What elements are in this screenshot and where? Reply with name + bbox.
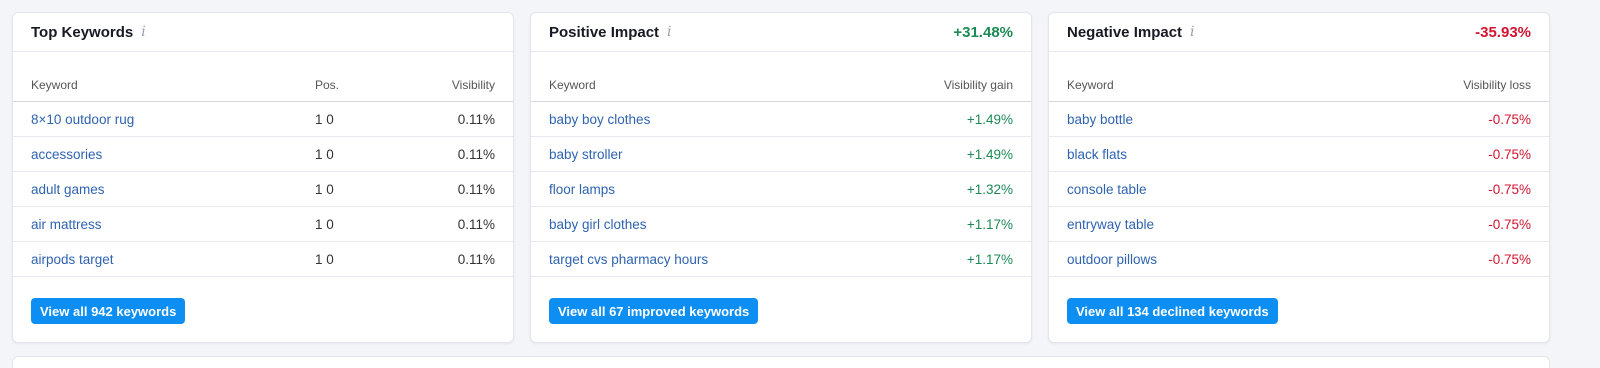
keyword-link[interactable]: baby boy clothes bbox=[549, 112, 967, 127]
keyword-link[interactable]: baby girl clothes bbox=[549, 217, 967, 232]
column-header-pos: Pos. bbox=[315, 78, 340, 92]
visibility-value: 0.11% bbox=[457, 146, 495, 162]
visibility-gain-value: +1.17% bbox=[966, 251, 1013, 267]
table-header: Keyword Pos. Visibility bbox=[13, 52, 513, 102]
keyword-link[interactable]: console table bbox=[1067, 182, 1488, 197]
visibility-value: 0.11% bbox=[457, 216, 495, 232]
visibility-gain-value: +1.17% bbox=[966, 216, 1013, 232]
table-row: target cvs pharmacy hours +1.17% bbox=[531, 242, 1031, 277]
position-value: 1 0 bbox=[315, 111, 334, 127]
table-row: baby bottle -0.75% bbox=[1049, 102, 1549, 137]
table-row: baby boy clothes +1.49% bbox=[531, 102, 1031, 137]
card-title: Negative Impact bbox=[1067, 23, 1183, 41]
info-icon[interactable]: i bbox=[141, 24, 145, 40]
card-header: Negative Impact i -35.93% bbox=[1049, 13, 1549, 52]
visibility-gain-value: +1.49% bbox=[966, 111, 1013, 127]
keyword-link[interactable]: black flats bbox=[1067, 147, 1488, 162]
keyword-link[interactable]: 8×10 outdoor rug bbox=[31, 112, 315, 127]
table-row: 8×10 outdoor rug 1 0 0.11% bbox=[13, 102, 513, 137]
keyword-link[interactable]: air mattress bbox=[31, 217, 315, 232]
next-panel-edge bbox=[12, 356, 1550, 368]
visibility-value: 0.11% bbox=[457, 251, 495, 267]
visibility-gain-value: +1.49% bbox=[966, 146, 1013, 162]
table-row: outdoor pillows -0.75% bbox=[1049, 242, 1549, 277]
table-row: console table -0.75% bbox=[1049, 172, 1549, 207]
keyword-link[interactable]: entryway table bbox=[1067, 217, 1488, 232]
position-value: 1 0 bbox=[315, 181, 334, 197]
positive-impact-card: Positive Impact i +31.48% Keyword Visibi… bbox=[530, 12, 1032, 343]
table-row: black flats -0.75% bbox=[1049, 137, 1549, 172]
column-header-keyword: Keyword bbox=[31, 78, 78, 92]
card-header: Positive Impact i +31.48% bbox=[531, 13, 1031, 52]
column-header-visibility: Visibility bbox=[451, 78, 495, 92]
visibility-value: 0.11% bbox=[457, 111, 495, 127]
keyword-link[interactable]: baby stroller bbox=[549, 147, 967, 162]
info-icon[interactable]: i bbox=[667, 24, 671, 40]
visibility-gain-value: +1.32% bbox=[966, 181, 1013, 197]
table-header: Keyword Visibility loss bbox=[1049, 52, 1549, 102]
visibility-loss-value: -0.75% bbox=[1488, 111, 1531, 127]
table-row: baby girl clothes +1.17% bbox=[531, 207, 1031, 242]
table-header: Keyword Visibility gain bbox=[531, 52, 1031, 102]
keyword-link[interactable]: baby bottle bbox=[1067, 112, 1488, 127]
table-row: baby stroller +1.49% bbox=[531, 137, 1031, 172]
card-header: Top Keywords i bbox=[13, 13, 513, 52]
visibility-loss-value: -0.75% bbox=[1488, 216, 1531, 232]
card-title: Positive Impact bbox=[549, 23, 660, 41]
visibility-value: 0.11% bbox=[457, 181, 495, 197]
view-declined-keywords-button[interactable]: View all 134 declined keywords bbox=[1067, 298, 1278, 324]
keyword-link[interactable]: adult games bbox=[31, 182, 315, 197]
negative-impact-delta: -35.93% bbox=[1475, 23, 1531, 41]
top-keywords-card: Top Keywords i Keyword Pos. Visibility 8… bbox=[12, 12, 514, 343]
negative-impact-card: Negative Impact i -35.93% Keyword Visibi… bbox=[1048, 12, 1550, 343]
table-row: adult games 1 0 0.11% bbox=[13, 172, 513, 207]
positive-impact-delta: +31.48% bbox=[953, 23, 1013, 41]
column-header-keyword: Keyword bbox=[1067, 78, 1114, 92]
table-row: accessories 1 0 0.11% bbox=[13, 137, 513, 172]
column-header-visibility-loss: Visibility loss bbox=[1463, 78, 1531, 92]
view-all-keywords-button[interactable]: View all 942 keywords bbox=[31, 298, 186, 324]
visibility-loss-value: -0.75% bbox=[1488, 251, 1531, 267]
column-header-visibility-gain: Visibility gain bbox=[943, 78, 1013, 92]
view-improved-keywords-button[interactable]: View all 67 improved keywords bbox=[549, 298, 759, 324]
card-title: Top Keywords bbox=[31, 23, 134, 41]
position-value: 1 0 bbox=[315, 146, 334, 162]
keyword-link[interactable]: floor lamps bbox=[549, 182, 967, 197]
visibility-loss-value: -0.75% bbox=[1488, 181, 1531, 197]
visibility-loss-value: -0.75% bbox=[1488, 146, 1531, 162]
position-value: 1 0 bbox=[315, 216, 334, 232]
position-value: 1 0 bbox=[315, 251, 334, 267]
table-row: airpods target 1 0 0.11% bbox=[13, 242, 513, 277]
keyword-link[interactable]: outdoor pillows bbox=[1067, 252, 1488, 267]
keyword-link[interactable]: airpods target bbox=[31, 252, 315, 267]
info-icon[interactable]: i bbox=[1190, 24, 1194, 40]
keyword-link[interactable]: target cvs pharmacy hours bbox=[549, 252, 967, 267]
table-row: air mattress 1 0 0.11% bbox=[13, 207, 513, 242]
column-header-keyword: Keyword bbox=[549, 78, 596, 92]
table-row: floor lamps +1.32% bbox=[531, 172, 1031, 207]
table-row: entryway table -0.75% bbox=[1049, 207, 1549, 242]
keyword-link[interactable]: accessories bbox=[31, 147, 315, 162]
